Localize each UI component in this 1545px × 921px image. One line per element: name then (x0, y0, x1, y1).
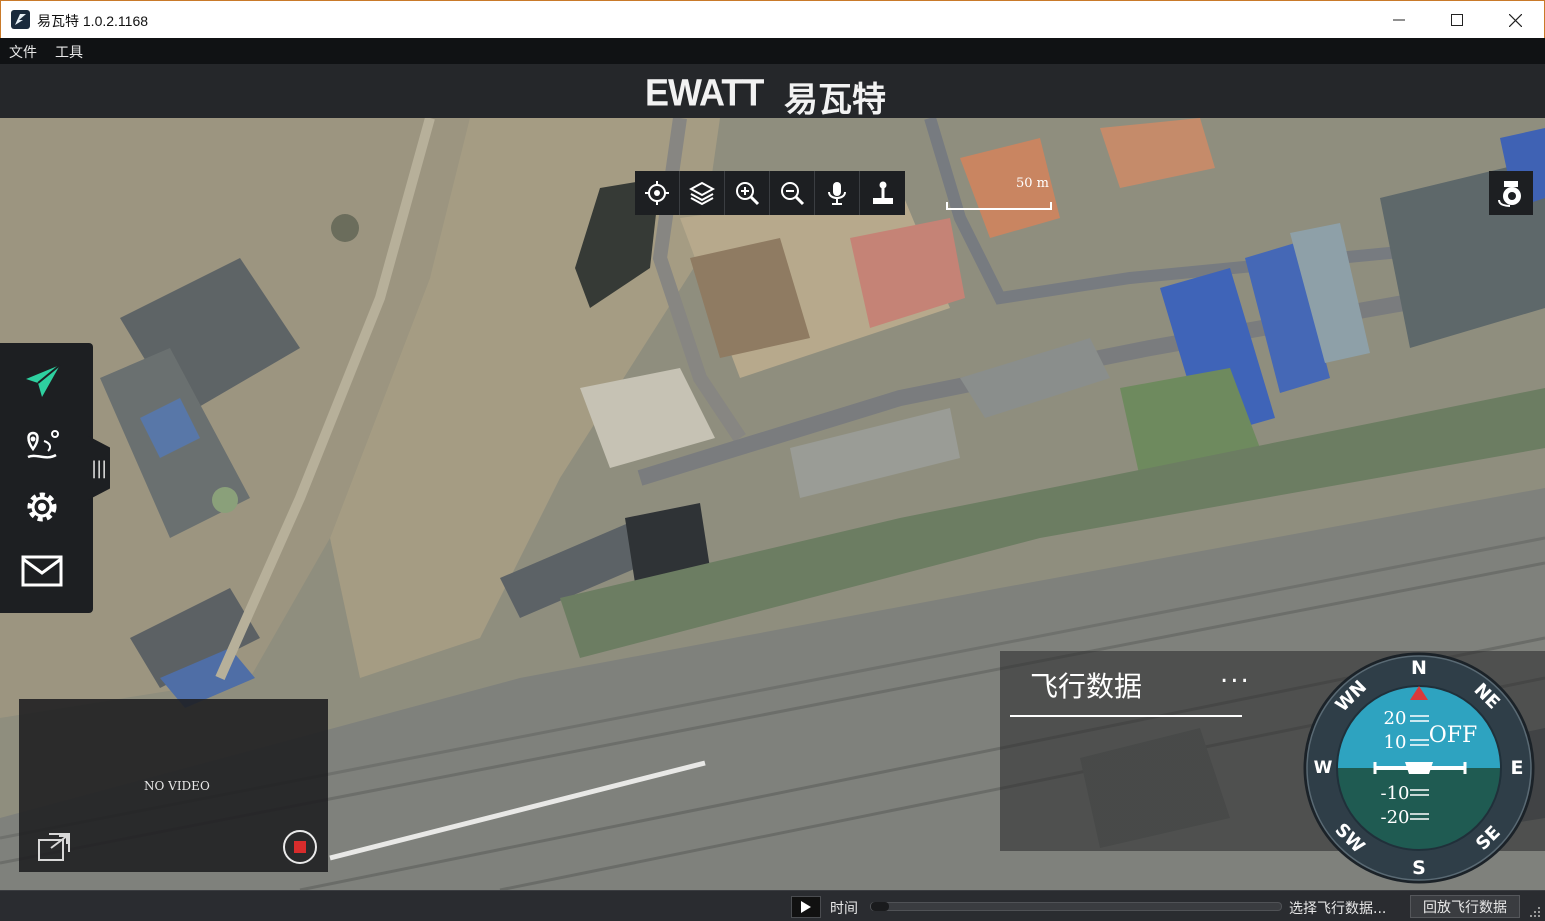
joystick-icon (872, 181, 893, 204)
popout-window-icon (38, 833, 70, 861)
compass-north: N (1411, 657, 1427, 679)
video-status: NO VIDEO (144, 779, 210, 793)
locate-button[interactable] (635, 171, 680, 215)
video-footer (19, 819, 328, 872)
video-popout-button[interactable] (37, 832, 71, 866)
minimize-icon (1393, 19, 1405, 21)
resize-grip-icon[interactable] (1530, 907, 1540, 917)
flight-data-underline (1010, 715, 1242, 717)
camera-switch-button[interactable] (1489, 171, 1533, 215)
flight-data-more-button[interactable]: ... (1220, 659, 1251, 689)
pitch-label-20: 20 (1384, 708, 1407, 729)
app-icon (11, 10, 30, 29)
pitch-label-minus-20: -20 (1381, 807, 1410, 828)
window-title: 易瓦特 1.0.2.1168 (37, 13, 149, 29)
scale-bar (946, 202, 1052, 210)
joystick-button[interactable] (860, 171, 905, 215)
zoom-in-button[interactable] (725, 171, 770, 215)
brand-logo-cjk: 易瓦特 (784, 80, 886, 120)
compass-west: W (1314, 758, 1333, 778)
maximize-button[interactable] (1428, 1, 1486, 39)
menu-bar: 文件 工具 (0, 38, 1545, 64)
close-icon (1508, 13, 1522, 27)
flight-mode-label: OFF (1429, 723, 1478, 748)
playback-progress-thumb[interactable] (871, 902, 889, 911)
maximize-icon (1451, 14, 1463, 26)
record-stop-icon (283, 830, 317, 864)
play-icon (801, 901, 811, 913)
camera-switch-icon (1498, 181, 1521, 207)
microphone-icon (828, 182, 846, 205)
settings-gear-icon (27, 492, 57, 522)
record-button[interactable] (282, 829, 318, 869)
video-panel: NO VIDEO (19, 699, 328, 872)
window-titlebar: 易瓦特 1.0.2.1168 (0, 0, 1545, 38)
left-sidebar (0, 343, 93, 613)
play-button[interactable] (791, 896, 821, 918)
zoom-out-icon (781, 182, 805, 206)
pitch-label-minus-10: -10 (1381, 783, 1410, 804)
sidebar-item-messages[interactable] (18, 547, 66, 595)
send-plane-icon (26, 364, 61, 397)
zoom-out-button[interactable] (770, 171, 815, 215)
layers-button[interactable] (680, 171, 725, 215)
layers-icon (689, 181, 715, 206)
scale-label: 50 m (1016, 176, 1050, 191)
minimize-button[interactable] (1370, 1, 1428, 39)
zoom-in-icon (736, 182, 760, 206)
close-button[interactable] (1486, 1, 1544, 39)
playback-status-bar: 时间 选择飞行数据... 回放飞行数据 (0, 890, 1545, 921)
menu-tools[interactable]: 工具 (55, 42, 83, 62)
brand-header: EWATT 易瓦特 (0, 64, 1545, 120)
locate-icon (645, 181, 669, 205)
microphone-button[interactable] (815, 171, 860, 215)
pitch-label-10: 10 (1384, 732, 1407, 753)
time-label: 时间 (830, 901, 858, 917)
playback-progress[interactable] (870, 902, 1282, 911)
brand-logo-latin: EWATT (645, 70, 764, 114)
map-scale: 50 m (946, 176, 1052, 210)
compass-south: S (1412, 857, 1426, 879)
compass-east: E (1511, 757, 1524, 779)
sidebar-item-settings[interactable] (18, 483, 66, 531)
sidebar-item-flight[interactable] (18, 357, 66, 405)
sidebar-handle-label: ||| (91, 458, 107, 479)
menu-file[interactable]: 文件 (9, 42, 37, 62)
sidebar-item-route[interactable] (18, 421, 66, 469)
replay-flight-data-button[interactable]: 回放飞行数据 (1410, 895, 1520, 918)
map-toolbar (635, 171, 905, 215)
flight-data-title: 飞行数据 (1030, 670, 1143, 703)
route-waypoint-icon (27, 430, 59, 459)
select-flight-data-link[interactable]: 选择飞行数据... (1289, 898, 1386, 918)
mail-envelope-icon (21, 555, 63, 587)
attitude-compass: 20 10 -10 -20 OFF N E S W WN NE SE SW (1303, 652, 1535, 884)
